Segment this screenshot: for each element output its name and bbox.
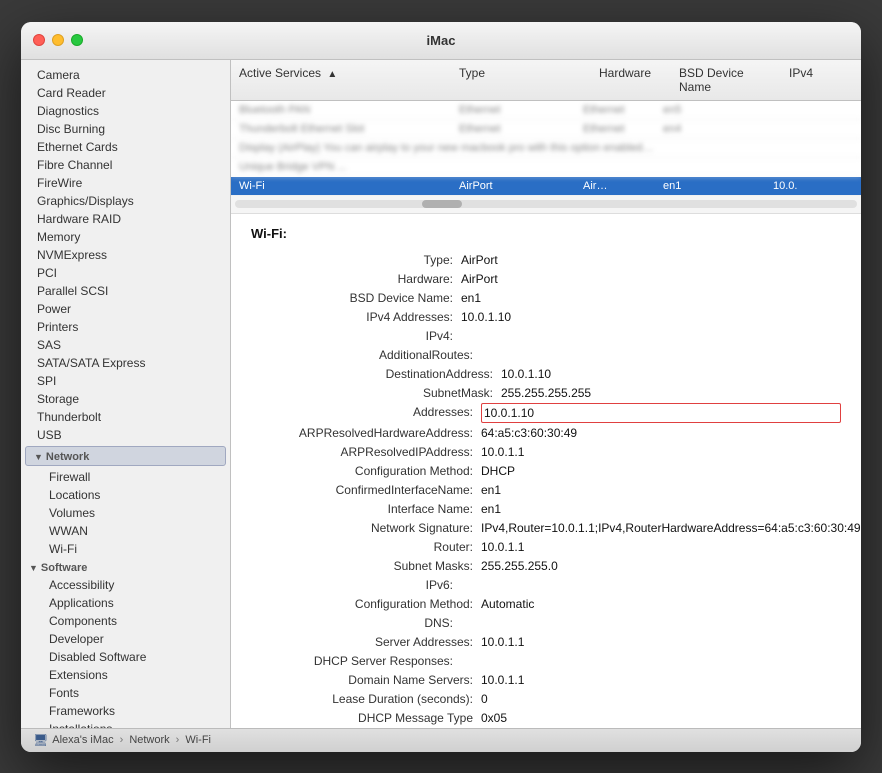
sidebar-item-disc-burning[interactable]: Disc Burning xyxy=(21,120,230,138)
maximize-button[interactable] xyxy=(71,34,83,46)
sidebar-item-storage[interactable]: Storage xyxy=(21,390,230,408)
triangle-icon-software: ▼ xyxy=(29,563,38,573)
sidebar-item-frameworks[interactable]: Frameworks xyxy=(21,702,230,720)
detail-row-subnet-masks: Subnet Masks: 255.255.255.0 xyxy=(251,557,841,575)
detail-row-ipv4-section: IPv4: xyxy=(251,327,841,345)
table-header: Active Services ▲ Type Hardware BSD Devi… xyxy=(231,60,861,101)
detail-row-confirmed-iface: ConfirmedInterfaceName: en1 xyxy=(251,481,841,499)
col-header-bsd[interactable]: BSD Device Name xyxy=(671,64,781,96)
sidebar-item-developer[interactable]: Developer xyxy=(21,630,230,648)
sidebar-section-network[interactable]: ▼ Network xyxy=(25,446,226,466)
sidebar-item-accessibility[interactable]: Accessibility xyxy=(21,576,230,594)
titlebar: iMac xyxy=(21,22,861,60)
sidebar-item-wifi-nav[interactable]: Wi-Fi xyxy=(21,540,230,558)
breadcrumb-root: Alexa's iMac xyxy=(52,734,113,746)
table-row[interactable]: Unique Bridge VPN ... xyxy=(231,158,861,177)
sidebar-item-power[interactable]: Power xyxy=(21,300,230,318)
col-header-ipv4[interactable]: IPv4 xyxy=(781,64,861,96)
sidebar-item-spi[interactable]: SPI xyxy=(21,372,230,390)
detail-row-addresses: Addresses: 10.0.1.10 xyxy=(251,403,841,423)
breadcrumb-network: Network xyxy=(129,734,169,746)
triangle-icon: ▼ xyxy=(34,452,43,462)
sidebar-item-parallel-scsi[interactable]: Parallel SCSI xyxy=(21,282,230,300)
sidebar-item-ethernet-cards[interactable]: Ethernet Cards xyxy=(21,138,230,156)
sidebar-item-installations[interactable]: Installations xyxy=(21,720,230,728)
detail-row-additional-routes: AdditionalRoutes: xyxy=(251,346,841,364)
detail-row-subnetmask1: SubnetMask: 255.255.255.255 xyxy=(251,384,841,402)
sidebar-item-graphics-displays[interactable]: Graphics/Displays xyxy=(21,192,230,210)
col-header-hardware[interactable]: Hardware xyxy=(591,64,671,96)
detail-row-ipv6-section: IPv6: xyxy=(251,576,841,594)
col-header-service[interactable]: Active Services ▲ xyxy=(231,64,451,96)
detail-row-dest-addr: DestinationAddress: 10.0.1.10 xyxy=(251,365,841,383)
sidebar-item-usb[interactable]: USB xyxy=(21,426,230,444)
sidebar-item-applications[interactable]: Applications xyxy=(21,594,230,612)
sidebar-item-sas[interactable]: SAS xyxy=(21,336,230,354)
sidebar-item-firewall[interactable]: Firewall xyxy=(21,468,230,486)
detail-row-arp-hw: ARPResolvedHardwareAddress: 64:a5:c3:60:… xyxy=(251,424,841,442)
sidebar-item-wwan[interactable]: WWAN xyxy=(21,522,230,540)
sidebar-item-thunderbolt[interactable]: Thunderbolt xyxy=(21,408,230,426)
sidebar-item-components[interactable]: Components xyxy=(21,612,230,630)
sidebar-item-diagnostics[interactable]: Diagnostics xyxy=(21,102,230,120)
detail-row-ipv6-config: Configuration Method: Automatic xyxy=(251,595,841,613)
col-header-type[interactable]: Type xyxy=(451,64,591,96)
detail-row-type: Type: AirPort xyxy=(251,251,841,269)
content-area: Camera Card Reader Diagnostics Disc Burn… xyxy=(21,60,861,728)
detail-row-dns-servers: Domain Name Servers: 10.0.1.1 xyxy=(251,671,841,689)
detail-row-bsd: BSD Device Name: en1 xyxy=(251,289,841,307)
sidebar-item-sata-express[interactable]: SATA/SATA Express xyxy=(21,354,230,372)
computer-icon: 🖥 xyxy=(33,733,48,747)
sidebar-item-firewire[interactable]: FireWire xyxy=(21,174,230,192)
sidebar-item-card-reader[interactable]: Card Reader xyxy=(21,84,230,102)
main-panel: Active Services ▲ Type Hardware BSD Devi… xyxy=(231,60,861,728)
detail-row-dhcp-section: DHCP Server Responses: xyxy=(251,652,841,670)
software-section-label: Software xyxy=(41,562,87,574)
close-button[interactable] xyxy=(33,34,45,46)
breadcrumb-wifi: Wi-Fi xyxy=(185,734,211,746)
detail-panel: Wi-Fi: Type: AirPort Hardware: AirPort B… xyxy=(231,214,861,728)
main-window: iMac Camera Card Reader Diagnostics Disc… xyxy=(21,22,861,752)
sidebar-item-nvmexpress[interactable]: NVMExpress xyxy=(21,246,230,264)
scrollbar-thumb[interactable] xyxy=(422,200,462,208)
horizontal-scrollbar[interactable] xyxy=(235,200,857,208)
sidebar-item-pci[interactable]: PCI xyxy=(21,264,230,282)
detail-row-net-sig: Network Signature: IPv4,Router=10.0.1.1;… xyxy=(251,519,841,537)
detail-row-iface-name: Interface Name: en1 xyxy=(251,500,841,518)
detail-row-lease: Lease Duration (seconds): 0 xyxy=(251,690,841,708)
detail-row-ipv4-addr: IPv4 Addresses: 10.0.1.10 xyxy=(251,308,841,326)
statusbar: 🖥 Alexa's iMac › Network › Wi-Fi xyxy=(21,728,861,752)
window-title: iMac xyxy=(427,33,456,48)
detail-row-arp-ip: ARPResolvedIPAddress: 10.0.1.1 xyxy=(251,443,841,461)
table-row[interactable]: Bluetooth PAN Ethernet Ethernet en5 xyxy=(231,101,861,120)
sidebar-item-fonts[interactable]: Fonts xyxy=(21,684,230,702)
table-row[interactable]: Display (AirPlay) You can airplay to you… xyxy=(231,139,861,158)
sidebar-item-disabled-software[interactable]: Disabled Software xyxy=(21,648,230,666)
sidebar-item-memory[interactable]: Memory xyxy=(21,228,230,246)
detail-row-dns-section: DNS: xyxy=(251,614,841,632)
detail-title: Wi-Fi: xyxy=(251,226,841,241)
sidebar-item-extensions[interactable]: Extensions xyxy=(21,666,230,684)
detail-row-router: Router: 10.0.1.1 xyxy=(251,538,841,556)
sidebar-section-software[interactable]: ▼ Software xyxy=(21,558,230,576)
scrollbar-area xyxy=(231,196,861,214)
wifi-row[interactable]: Wi-Fi AirPort AirPort en1 10.0. xyxy=(231,177,861,196)
minimize-button[interactable] xyxy=(52,34,64,46)
detail-row-dhcp-msg-type: DHCP Message Type 0x05 xyxy=(251,709,841,727)
sidebar-item-camera[interactable]: Camera xyxy=(21,66,230,84)
sidebar-item-fibre-channel[interactable]: Fibre Channel xyxy=(21,156,230,174)
sidebar-item-printers[interactable]: Printers xyxy=(21,318,230,336)
detail-row-hardware: Hardware: AirPort xyxy=(251,270,841,288)
sidebar-item-hardware-raid[interactable]: Hardware RAID xyxy=(21,210,230,228)
network-section-label: Network xyxy=(46,451,89,463)
detail-row-config-method: Configuration Method: DHCP xyxy=(251,462,841,480)
sidebar-item-locations[interactable]: Locations xyxy=(21,486,230,504)
sidebar-item-volumes[interactable]: Volumes xyxy=(21,504,230,522)
table-rows: Bluetooth PAN Ethernet Ethernet en5 Thun… xyxy=(231,101,861,196)
sidebar: Camera Card Reader Diagnostics Disc Burn… xyxy=(21,60,231,728)
traffic-lights xyxy=(33,34,83,46)
detail-row-server-addr: Server Addresses: 10.0.1.1 xyxy=(251,633,841,651)
table-row[interactable]: Thunderbolt Ethernet Slot Ethernet Ether… xyxy=(231,120,861,139)
